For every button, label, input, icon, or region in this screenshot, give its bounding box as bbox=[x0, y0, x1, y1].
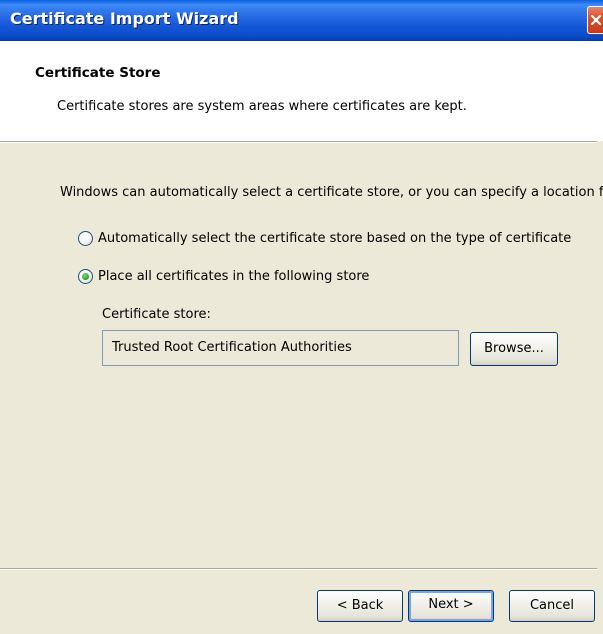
radio-auto-select[interactable]: Automatically select the certificate sto… bbox=[78, 228, 571, 248]
page-description: Certificate stores are system areas wher… bbox=[57, 99, 467, 114]
certificate-store-field: Trusted Root Certification Authorities bbox=[102, 330, 459, 366]
window-title: Certificate Import Wizard bbox=[10, 9, 239, 28]
radio-selected-dot bbox=[82, 272, 89, 280]
wizard-header: Certificate Store Certificate stores are… bbox=[0, 41, 603, 141]
browse-button[interactable]: Browse... bbox=[470, 332, 558, 366]
radio-button-selected[interactable] bbox=[78, 268, 93, 284]
radio-button[interactable] bbox=[78, 230, 93, 246]
certificate-store-label: Certificate store: bbox=[102, 307, 211, 322]
radio-place-in-store[interactable]: Place all certificates in the following … bbox=[78, 266, 369, 286]
intro-text: Windows can automatically select a certi… bbox=[60, 185, 603, 200]
wizard-window: Certificate Import Wizard Certificate St… bbox=[0, 0, 603, 634]
back-button[interactable]: < Back bbox=[317, 590, 403, 622]
close-button[interactable] bbox=[587, 6, 603, 34]
radio-label[interactable]: Automatically select the certificate sto… bbox=[98, 231, 571, 246]
cancel-button[interactable]: Cancel bbox=[509, 590, 595, 622]
footer-divider bbox=[0, 568, 597, 570]
title-bar[interactable]: Certificate Import Wizard bbox=[0, 0, 603, 41]
page-title: Certificate Store bbox=[35, 65, 161, 81]
next-button[interactable]: Next > bbox=[408, 590, 494, 622]
close-icon bbox=[590, 14, 602, 26]
header-divider bbox=[0, 141, 597, 143]
radio-label[interactable]: Place all certificates in the following … bbox=[98, 269, 369, 284]
